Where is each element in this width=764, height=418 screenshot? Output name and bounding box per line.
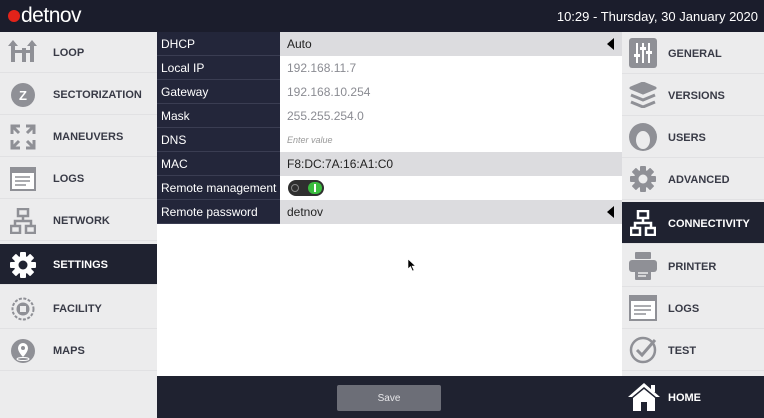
mask-row: Mask 255.255.254.0 — [157, 104, 622, 128]
facility-icon — [8, 294, 38, 324]
layers-icon — [627, 79, 659, 111]
nav-label: MANEUVERS — [53, 131, 124, 143]
nav-item-settings[interactable]: SETTINGS — [0, 244, 157, 285]
check-icon — [627, 334, 659, 366]
tab-connectivity[interactable]: CONNECTIVITY — [622, 202, 764, 244]
dhcp-value: Auto — [287, 37, 312, 51]
nav-item-maneuvers[interactable]: MANEUVERS — [0, 116, 157, 157]
top-header: detnov 10:29 - Thursday, 30 January 2020 — [0, 0, 764, 32]
loop-icon — [8, 38, 38, 68]
nav-label: FACILITY — [53, 303, 102, 315]
maneuvers-icon — [8, 122, 38, 152]
nav-label: NETWORK — [53, 215, 110, 227]
local-ip-row: Local IP 192.168.11.7 — [157, 56, 622, 80]
svg-text:Z: Z — [19, 88, 27, 103]
tab-label: PRINTER — [668, 261, 717, 273]
nav-label: LOOP — [53, 47, 85, 59]
tab-test[interactable]: TEST — [622, 329, 764, 371]
tab-users[interactable]: USERS — [622, 116, 764, 158]
nav-item-facility[interactable]: FACILITY — [0, 288, 157, 329]
gateway-field[interactable]: 192.168.10.254 — [280, 80, 622, 104]
dns-label: DNS — [157, 128, 280, 152]
dhcp-row: DHCP Auto — [157, 32, 622, 56]
printer-icon — [627, 250, 659, 282]
tab-versions[interactable]: VERSIONS — [622, 74, 764, 116]
map-pin-icon — [8, 336, 38, 366]
tab-label: VERSIONS — [668, 90, 725, 102]
remote-management-row: Remote management — [157, 176, 622, 200]
nav-item-logs[interactable]: LOGS — [0, 158, 157, 199]
nav-label: SECTORIZATION — [53, 89, 142, 101]
local-ip-label: Local IP — [157, 56, 280, 80]
gateway-row: Gateway 192.168.10.254 — [157, 80, 622, 104]
save-button[interactable]: Save — [337, 385, 441, 411]
toggle-off-indicator — [291, 184, 299, 192]
general-icon — [627, 37, 659, 69]
tab-general[interactable]: GENERAL — [622, 32, 764, 74]
home-label: HOME — [668, 392, 701, 404]
remote-password-field[interactable]: detnov — [280, 200, 622, 224]
caret-left-icon — [607, 38, 614, 50]
datetime-display: 10:29 - Thursday, 30 January 2020 — [556, 9, 758, 24]
right-sidebar: GENERAL VERSIONS USERS ADVANCED CONNECTI… — [622, 32, 764, 418]
gateway-label: Gateway — [157, 80, 280, 104]
mask-label: Mask — [157, 104, 280, 128]
remote-password-label: Remote password — [157, 200, 280, 224]
mac-row: MAC F8:DC:7A:16:A1:C0 — [157, 152, 622, 176]
bottom-action-bar: Save — [157, 376, 622, 418]
nav-item-network[interactable]: NETWORK — [0, 200, 157, 241]
tab-logs[interactable]: LOGS — [622, 287, 764, 329]
nav-item-maps[interactable]: MAPS — [0, 330, 157, 371]
tab-label: CONNECTIVITY — [668, 218, 750, 230]
tab-label: USERS — [668, 132, 706, 144]
tab-label: ADVANCED — [668, 174, 730, 186]
user-icon — [627, 121, 659, 153]
caret-left-icon — [607, 206, 614, 218]
left-sidebar: LOOP Z SECTORIZATION MANEUVERS LOGS NETW… — [0, 32, 157, 418]
remote-password-row: Remote password detnov — [157, 200, 622, 224]
toggle-on-knob — [308, 182, 322, 194]
logs-icon — [8, 164, 38, 194]
network-icon — [627, 207, 659, 239]
dns-field[interactable]: Enter value — [280, 128, 622, 152]
nav-item-sectorization[interactable]: Z SECTORIZATION — [0, 74, 157, 115]
dns-row: DNS Enter value — [157, 128, 622, 152]
remote-management-label: Remote management — [157, 176, 280, 200]
mac-value: F8:DC:7A:16:A1:C0 — [280, 152, 622, 176]
detnov-logo: detnov — [8, 4, 82, 28]
mac-label: MAC — [157, 152, 280, 176]
mouse-pointer-icon — [407, 258, 417, 272]
remote-management-toggle[interactable] — [288, 180, 324, 196]
home-button[interactable]: HOME — [622, 376, 764, 418]
dhcp-select[interactable]: Auto — [280, 32, 622, 56]
brand-name: detnov — [21, 4, 82, 27]
nav-label: SETTINGS — [53, 259, 109, 271]
home-icon — [622, 380, 666, 414]
gear-icon — [627, 163, 659, 195]
nav-label: LOGS — [53, 173, 85, 185]
sectorization-icon: Z — [8, 80, 38, 110]
tab-advanced[interactable]: ADVANCED — [622, 158, 764, 200]
mask-field[interactable]: 255.255.254.0 — [280, 104, 622, 128]
gear-icon — [8, 250, 38, 280]
tab-label: LOGS — [668, 303, 700, 315]
tab-printer[interactable]: PRINTER — [622, 245, 764, 287]
local-ip-field[interactable]: 192.168.11.7 — [280, 56, 622, 80]
tab-label: TEST — [668, 345, 697, 357]
logo-dot — [8, 10, 20, 22]
nav-label: MAPS — [53, 345, 85, 357]
logs-icon — [627, 292, 659, 324]
left-sidebar-empty-slot — [0, 376, 157, 418]
remote-password-value: detnov — [287, 205, 324, 219]
network-icon — [8, 206, 38, 236]
dhcp-label: DHCP — [157, 32, 280, 56]
nav-item-loop[interactable]: LOOP — [0, 32, 157, 73]
tab-label: GENERAL — [668, 48, 722, 60]
